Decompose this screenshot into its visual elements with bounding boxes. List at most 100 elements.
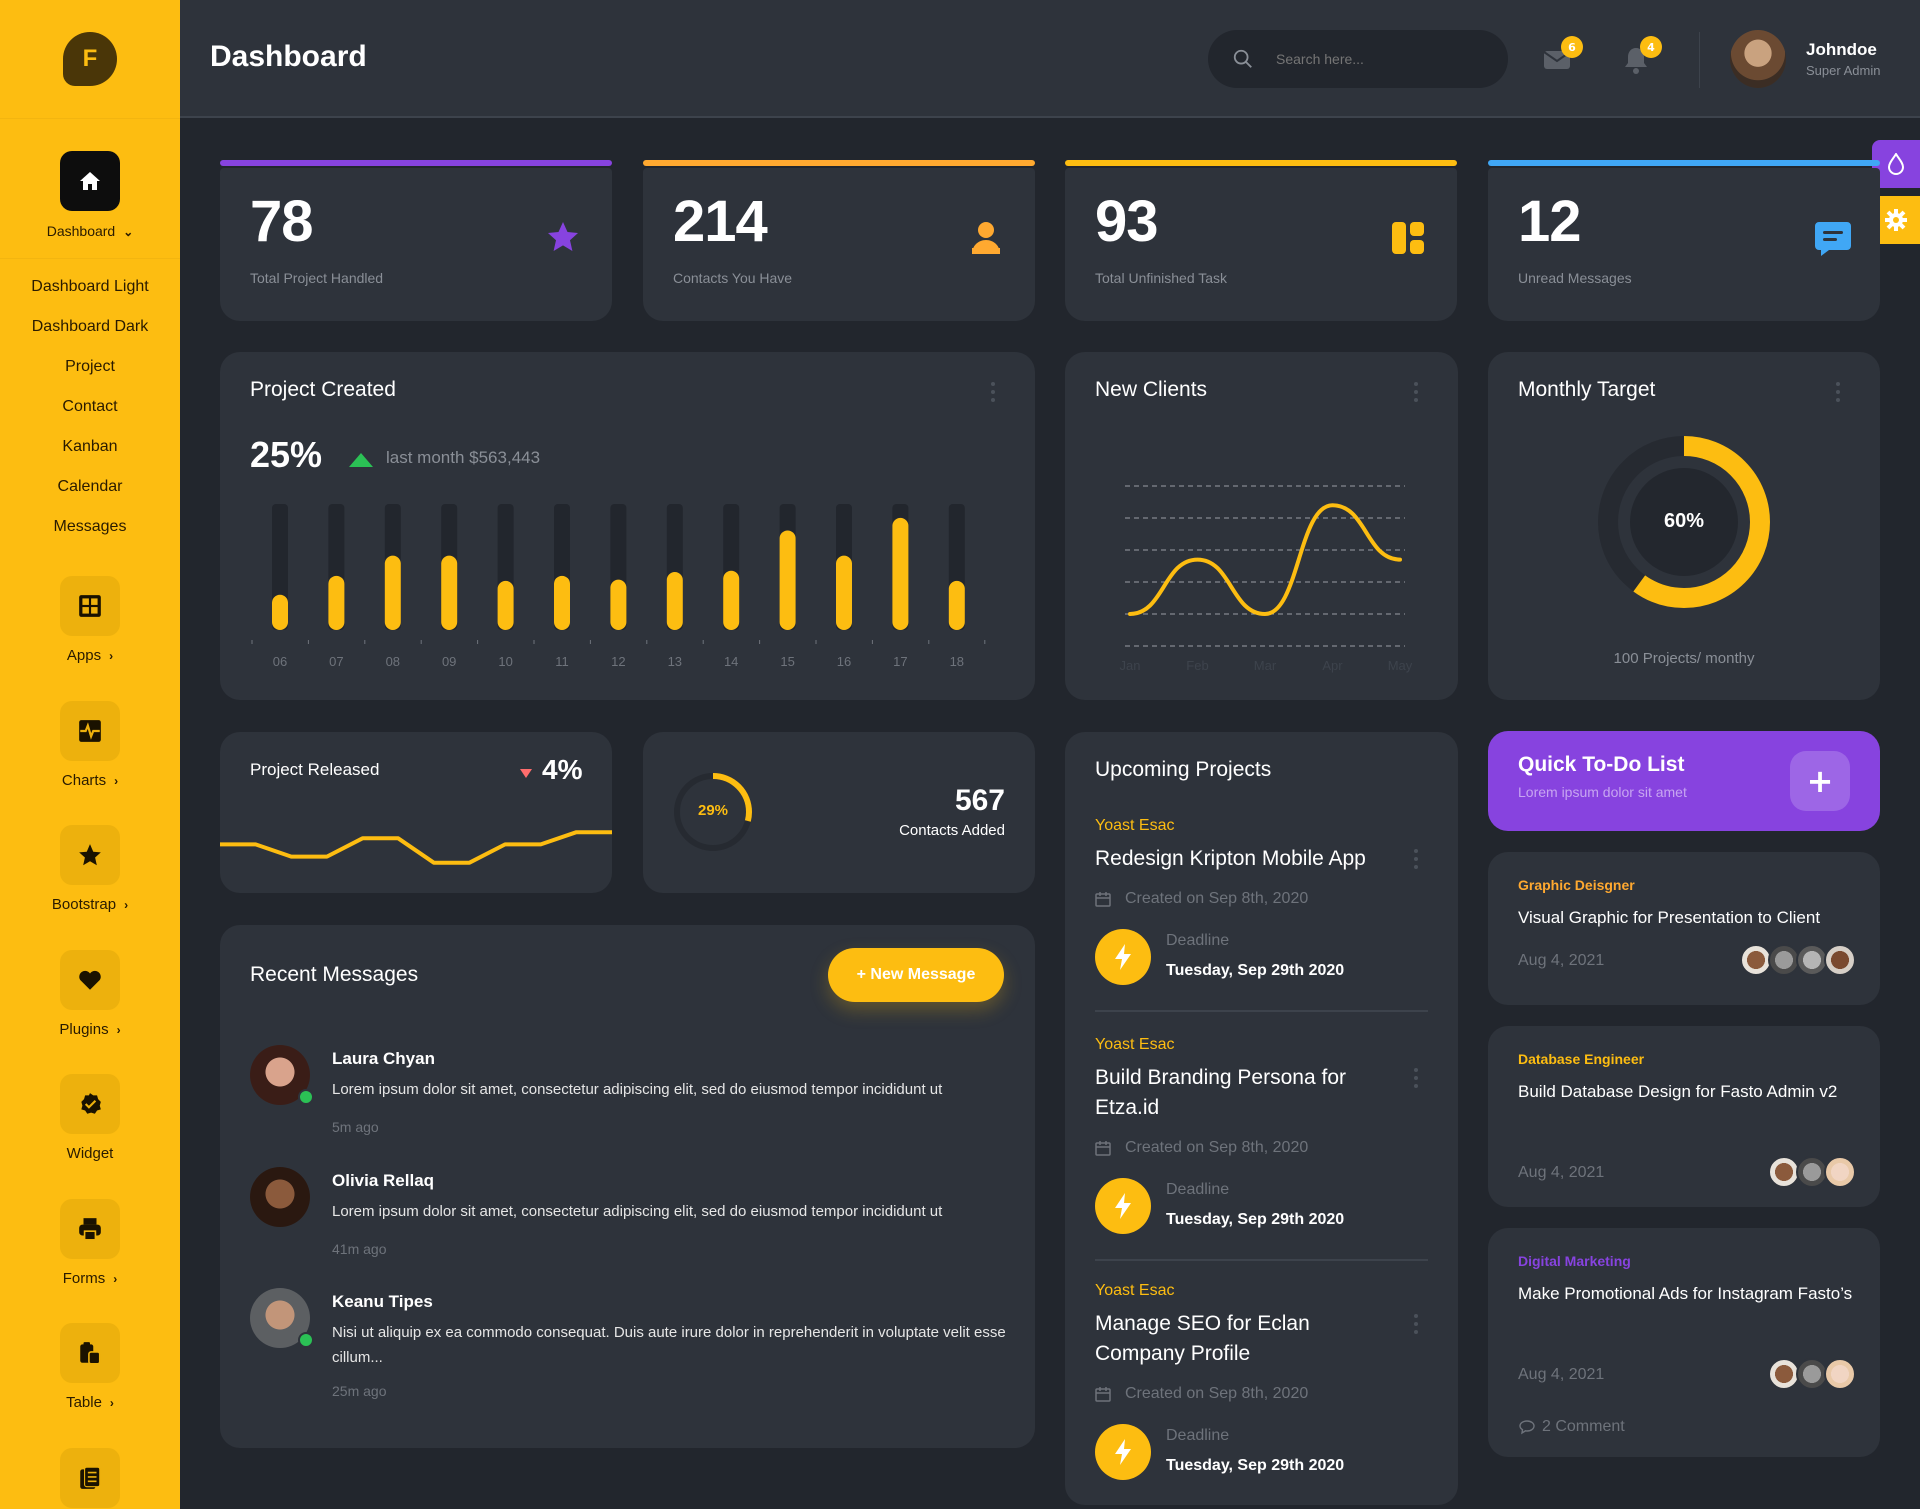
x-tick-label: 06 (273, 654, 287, 669)
stat-card: 78 Total Project Handled (220, 168, 612, 321)
deadline-label: Deadline (1166, 1427, 1230, 1444)
stat-card: 12 Unread Messages (1488, 168, 1880, 321)
sidebar-subitem[interactable]: Project (0, 358, 180, 376)
sidebar-subitem[interactable]: Dashboard Dark (0, 318, 180, 336)
sidebar-subitem[interactable]: Messages (0, 518, 180, 536)
project-created-bar-chart: 06 07 08 09 10 11 12 13 14 15 16 17 18 (251, 504, 986, 669)
sidebar-item-label[interactable]: Charts › (0, 772, 180, 789)
message-text: Lorem ipsum dolor sit amet, consectetur … (332, 1081, 943, 1098)
sidebar-item-forms[interactable] (60, 1198, 120, 1259)
sidebar-subitem[interactable]: Calendar (0, 478, 180, 496)
x-tick-label: Jan (1120, 658, 1141, 673)
plus-icon: + (1806, 762, 1834, 800)
line-series (220, 830, 612, 865)
bar (384, 555, 401, 630)
avatar (250, 1167, 310, 1227)
stat-value: 12 (1518, 189, 1582, 254)
sidebar-subitem[interactable]: Kanban (0, 438, 180, 456)
stat-label: Total Unfinished Task (1095, 270, 1228, 286)
x-tick-label: Feb (1186, 658, 1208, 673)
sidebar-label-text: Plugins (59, 1020, 109, 1038)
task-category: Database Engineer (1518, 1051, 1645, 1067)
sidebar-item-label[interactable]: Plugins › (0, 1021, 180, 1038)
search-input[interactable] (1276, 51, 1476, 67)
contacts-added-value: 567 (954, 784, 1005, 817)
comments-link[interactable]: 2 Comment (1518, 1418, 1625, 1436)
bar (497, 580, 514, 630)
stat-card: 214 Contacts You Have (643, 168, 1035, 321)
layout-icon (1392, 222, 1424, 254)
project-title[interactable]: Manage SEO for Eclan Company Profile (1095, 1309, 1385, 1369)
more-options-button[interactable] (1413, 1314, 1419, 1334)
monthly-target-caption: 100 Projects/ monthy (1613, 650, 1755, 667)
brand-logo[interactable]: F (63, 32, 117, 86)
project-created-date: Created on Sep 8th, 2020 (1095, 1139, 1308, 1157)
user-role: Super Admin (1806, 63, 1881, 78)
more-options-button[interactable] (1413, 1068, 1419, 1088)
sidebar-item-table[interactable] (60, 1323, 120, 1383)
member-avatars (1768, 1156, 1856, 1188)
sidebar-item-bootstrap[interactable] (60, 825, 120, 885)
sidebar-item-dashboard[interactable]: Dashboard ⌄ (0, 223, 180, 239)
new-message-button[interactable]: + New Message (828, 948, 1004, 1002)
mail-button[interactable]: 6 (1537, 36, 1583, 80)
add-todo-button[interactable]: + (1790, 751, 1850, 811)
search-bar[interactable] (1208, 30, 1508, 88)
quick-todo-card[interactable]: Quick To-Do List Lorem ipsum dolor sit a… (1488, 731, 1880, 831)
project-created-percent: 25% (250, 434, 323, 475)
sidebar-item-label[interactable]: Apps › (0, 647, 180, 664)
message-item[interactable]: Laura Chyan Lorem ipsum dolor sit amet, c… (250, 1045, 1010, 1155)
avatar (250, 1045, 314, 1105)
sidebar-label-text: Widget (66, 1145, 114, 1162)
sidebar-item-widget[interactable] (60, 1074, 120, 1134)
sidebar-label-text: Table (66, 1394, 102, 1411)
bar (666, 572, 683, 630)
sidebar-divider (0, 118, 180, 119)
divider (1095, 1259, 1428, 1261)
more-options-button[interactable] (1413, 849, 1419, 869)
user-avatar[interactable] (1730, 30, 1786, 88)
project-released-percent: 4% (542, 754, 583, 785)
sidebar-item-label[interactable]: Widget (0, 1145, 180, 1162)
chat-icon (1815, 222, 1851, 256)
notification-button[interactable]: 4 (1616, 36, 1662, 80)
contacts-added-percent: 29% (697, 802, 729, 819)
x-tick-label: 07 (329, 654, 343, 669)
contacts-added-label: Contacts Added (899, 822, 1005, 839)
more-options-button[interactable] (990, 382, 996, 402)
online-indicator (298, 1332, 314, 1348)
project-title[interactable]: Redesign Kripton Mobile App (1095, 844, 1385, 874)
sidebar-item-plugins[interactable] (60, 949, 120, 1010)
task-card[interactable]: Database Engineer Build Database Design f… (1488, 1026, 1880, 1207)
sidebar-subitem[interactable]: Dashboard Light (0, 278, 180, 296)
sidebar-item-docs[interactable] (60, 1447, 120, 1508)
member-avatar (1824, 1156, 1856, 1188)
chevron-right-icon: › (109, 649, 114, 663)
member-avatar (1824, 1358, 1856, 1390)
more-options-button[interactable] (1835, 382, 1841, 402)
sidebar-item-label[interactable]: Bootstrap › (0, 896, 180, 913)
x-tick-label: 13 (668, 654, 682, 669)
sidebar-dashboard-button[interactable] (60, 151, 120, 211)
project-title[interactable]: Build Branding Persona for Etza.id (1095, 1063, 1385, 1123)
sidebar-item-apps[interactable] (60, 576, 120, 636)
message-item[interactable]: Olivia Rellaq Lorem ipsum dolor sit amet,… (250, 1167, 1010, 1277)
stat-accent-bar (643, 160, 1035, 166)
message-item[interactable]: Keanu Tipes Nisi ut aliquip ex ea commodo… (250, 1288, 1010, 1399)
user-name[interactable]: Johndoe (1806, 40, 1877, 60)
search-icon (1233, 49, 1252, 68)
project-created-date: Created on Sep 8th, 2020 (1095, 1385, 1308, 1403)
sidebar-item-charts[interactable] (60, 700, 120, 761)
x-tick-label: 14 (724, 654, 738, 669)
quick-todo-title: Quick To-Do List (1518, 753, 1685, 776)
task-card[interactable]: Digital Marketing Make Promotional Ads fo… (1488, 1228, 1880, 1457)
stat-label: Contacts You Have (673, 270, 793, 286)
sidebar-subitem[interactable]: Contact (0, 398, 180, 416)
stat-accent-bar (1065, 160, 1457, 166)
task-category: Digital Marketing (1518, 1253, 1631, 1269)
deadline-date: Tuesday, Sep 29th 2020 (1166, 1211, 1345, 1228)
sidebar: F Dashboard ⌄ Dashboard Light Dashboard Da… (0, 0, 180, 1509)
sidebar-item-label[interactable]: Table › (0, 1394, 180, 1411)
sidebar-item-label[interactable]: Forms › (0, 1270, 180, 1287)
task-card[interactable]: Graphic Deisgner Visual Graphic for Prese… (1488, 852, 1880, 1005)
